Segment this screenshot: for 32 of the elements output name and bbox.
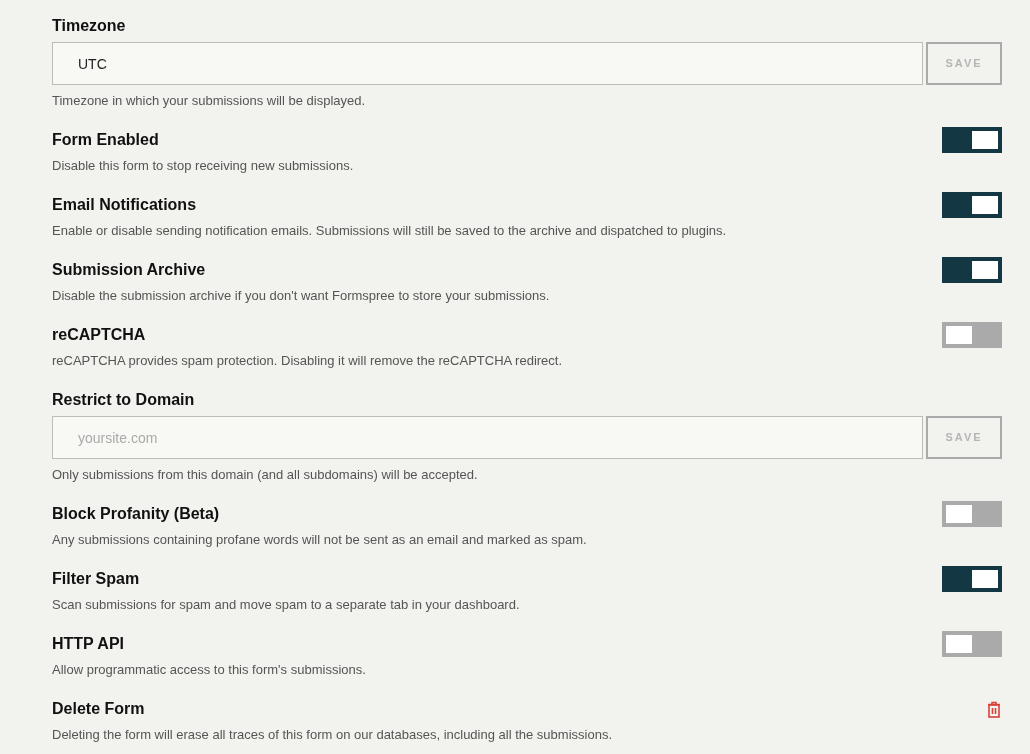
toggle-switch[interactable] (942, 257, 1002, 283)
toggle-switch[interactable] (942, 501, 1002, 527)
setting-description: reCAPTCHA provides spam protection. Disabling it will remove the reCAPTCHA redirect. (52, 352, 564, 370)
setting-description: Deleting the form will erase all traces of this form on our databases, including all the submissions. (52, 726, 613, 744)
setting-title: Email Notifications (52, 195, 197, 215)
setting-description: Disable the submission archive if you don't want Formspree to store your submissions. (52, 287, 551, 305)
setting-title: Filter Spam (52, 569, 140, 589)
save-button[interactable]: SAVE (926, 42, 1002, 85)
setting-title: Delete Form (52, 699, 145, 719)
input-field[interactable]: yoursite.com (52, 416, 923, 459)
setting-description: Only submissions from this domain (and all subdomains) will be accepted. (52, 466, 479, 484)
setting-title: HTTP API (52, 634, 124, 654)
setting-description: Disable this form to stop receiving new submissions. (52, 157, 355, 175)
setting-title: Form Enabled (52, 130, 159, 150)
setting-description: Enable or disable sending notification emails. Submissions will still be saved to the archive and dispatched to plugins. (52, 222, 728, 240)
setting-description: Scan submissions for spam and move spam to a separate tab in your dashboard. (52, 596, 521, 614)
input-field[interactable]: UTC (52, 42, 923, 85)
toggle-switch[interactable] (942, 192, 1002, 218)
setting-title: Timezone (52, 16, 126, 36)
toggle-switch[interactable] (942, 127, 1002, 153)
setting-description: Allow programmatic access to this form's submissions. (52, 661, 367, 679)
setting-title: reCAPTCHA (52, 325, 146, 345)
save-button[interactable]: SAVE (926, 416, 1002, 459)
setting-title: Submission Archive (52, 260, 206, 280)
setting-title: Restrict to Domain (52, 390, 195, 410)
toggle-switch[interactable] (942, 566, 1002, 592)
trash-icon[interactable] (987, 700, 1001, 718)
setting-title: Block Profanity (Beta) (52, 504, 220, 524)
setting-description: Timezone in which your submissions will be displayed. (52, 92, 367, 110)
toggle-switch[interactable] (942, 631, 1002, 657)
toggle-switch[interactable] (942, 322, 1002, 348)
setting-description: Any submissions containing profane words will not be sent as an email and marked as spam. (52, 531, 588, 549)
